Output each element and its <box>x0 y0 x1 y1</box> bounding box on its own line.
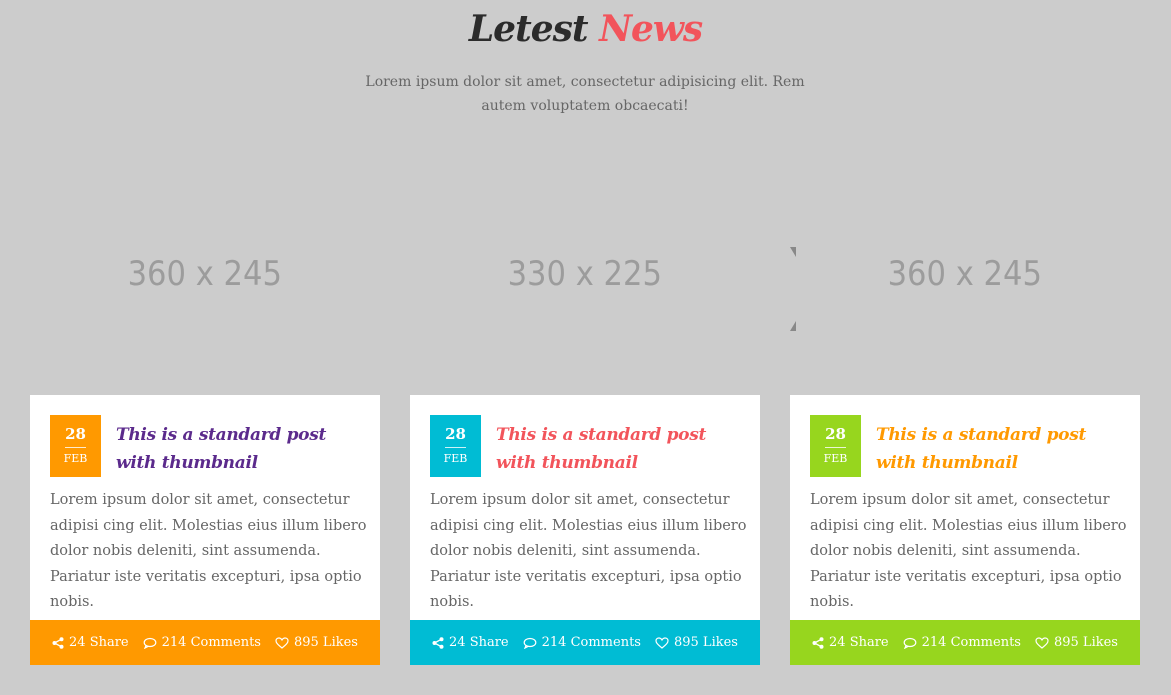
date-divider <box>445 447 466 448</box>
likes-link[interactable]: 895 Likes <box>655 635 738 650</box>
post-meta-bar: 24 Share 214 Comments 895 Likes <box>30 620 380 665</box>
likes-count: 895 Likes <box>673 635 738 650</box>
likes-count: 895 Likes <box>1053 635 1118 650</box>
share-icon <box>432 636 444 649</box>
comments-count: 214 Comments <box>921 635 1021 650</box>
share-link[interactable]: 24 Share <box>812 635 889 650</box>
comment-icon <box>903 637 917 649</box>
share-icon <box>812 636 824 649</box>
likes-link[interactable]: 895 Likes <box>1035 635 1118 650</box>
share-count: 24 Share <box>69 635 129 650</box>
share-link[interactable]: 24 Share <box>432 635 509 650</box>
heart-icon <box>655 636 669 649</box>
comments-link[interactable]: 214 Comments <box>143 635 261 650</box>
date-divider <box>825 447 846 448</box>
comment-icon <box>143 637 157 649</box>
section-title: Letest News <box>0 8 1171 50</box>
date-badge: 28 FEB <box>430 415 481 477</box>
date-day: 28 <box>825 425 846 443</box>
date-badge: 28 FEB <box>50 415 101 477</box>
image-edge-marker <box>790 247 796 331</box>
post-title-link[interactable]: This is a standard post with thumbnail <box>876 421 1121 477</box>
share-icon <box>52 636 64 649</box>
post-thumbnail[interactable]: 330 x 225 <box>410 152 760 395</box>
post-title-link[interactable]: This is a standard post with thumbnail <box>116 421 361 477</box>
card-body: 28 FEB This is a standard post with thum… <box>410 395 760 620</box>
section-subtitle: Lorem ipsum dolor sit amet, consectetur … <box>365 74 805 114</box>
comments-count: 214 Comments <box>541 635 641 650</box>
post-thumbnail[interactable]: 360 x 245 <box>30 152 380 395</box>
post-excerpt: Lorem ipsum dolor sit amet, consectetur … <box>810 492 1127 610</box>
likes-link[interactable]: 895 Likes <box>275 635 358 650</box>
card-body: 28 FEB This is a standard post with thum… <box>30 395 380 620</box>
thumbnail-placeholder-label: 330 x 225 <box>507 253 663 294</box>
date-month: FEB <box>63 452 88 465</box>
heart-icon <box>1035 636 1049 649</box>
comments-link[interactable]: 214 Comments <box>523 635 641 650</box>
date-divider <box>65 447 86 448</box>
comment-icon <box>523 637 537 649</box>
post-thumbnail[interactable]: 360 x 245 <box>790 152 1140 395</box>
post-title-link[interactable]: This is a standard post with thumbnail <box>496 421 741 477</box>
share-count: 24 Share <box>449 635 509 650</box>
thumbnail-placeholder-label: 360 x 245 <box>127 253 283 294</box>
date-badge: 28 FEB <box>810 415 861 477</box>
post-meta-bar: 24 Share 214 Comments 895 Likes <box>410 620 760 665</box>
card-body: 28 FEB This is a standard post with thum… <box>790 395 1140 620</box>
date-month: FEB <box>443 452 468 465</box>
share-count: 24 Share <box>829 635 889 650</box>
post-excerpt: Lorem ipsum dolor sit amet, consectetur … <box>430 492 747 610</box>
date-day: 28 <box>65 425 86 443</box>
heart-icon <box>275 636 289 649</box>
section-title-main: Letest <box>468 8 589 50</box>
share-link[interactable]: 24 Share <box>52 635 129 650</box>
date-day: 28 <box>445 425 466 443</box>
comments-link[interactable]: 214 Comments <box>903 635 1021 650</box>
section-title-accent: News <box>599 8 703 50</box>
post-excerpt: Lorem ipsum dolor sit amet, consectetur … <box>50 492 367 610</box>
date-month: FEB <box>823 452 848 465</box>
likes-count: 895 Likes <box>293 635 358 650</box>
comments-count: 214 Comments <box>161 635 261 650</box>
post-meta-bar: 24 Share 214 Comments 895 Likes <box>790 620 1140 665</box>
thumbnail-placeholder-label: 360 x 245 <box>887 253 1043 294</box>
